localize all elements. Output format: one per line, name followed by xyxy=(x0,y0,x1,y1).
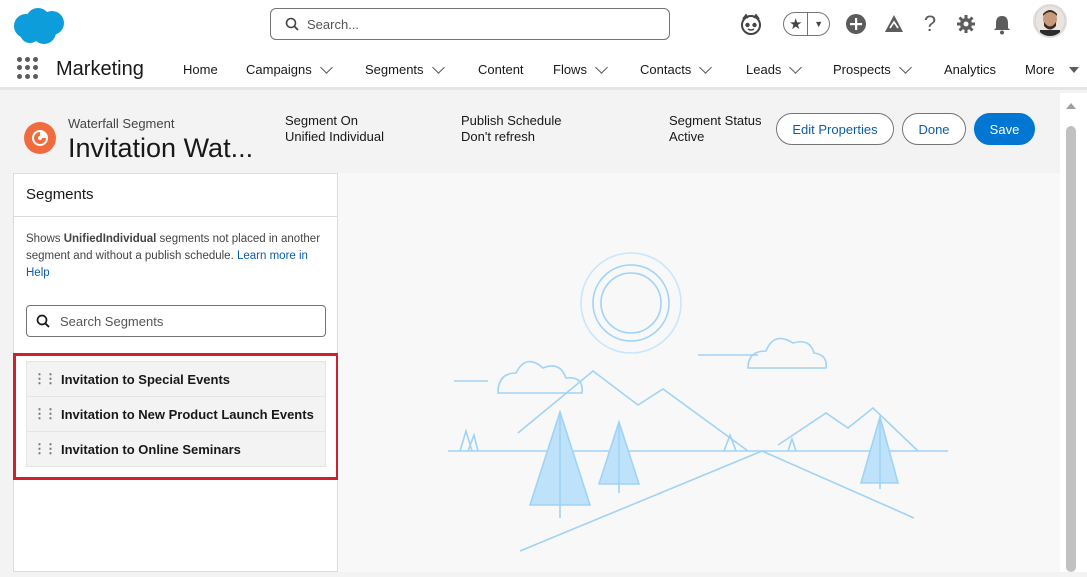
trailhead-icon[interactable] xyxy=(881,10,907,38)
nav-item-label: More xyxy=(1025,62,1055,77)
segment-label: Invitation to Special Events xyxy=(61,371,231,387)
segment-status-field: Segment Status Active xyxy=(669,113,762,145)
publish-schedule-field: Publish Schedule Don't refresh xyxy=(461,113,561,145)
desc-text: Shows xyxy=(26,233,64,245)
chevron-down-icon[interactable] xyxy=(595,60,608,74)
segments-panel: Segments Shows UnifiedIndividual segment… xyxy=(13,173,339,572)
segment-label: Invitation to Online Seminars xyxy=(61,441,241,457)
divider xyxy=(14,216,337,217)
nav-item-label: Flows xyxy=(553,62,587,77)
desc-object-name: UnifiedIndividual xyxy=(63,233,157,245)
record-type-label: Waterfall Segment xyxy=(68,116,175,131)
nav-item-leads[interactable]: Leads xyxy=(746,60,803,77)
nav-item-content[interactable]: Content xyxy=(478,62,524,77)
search-icon xyxy=(285,17,299,31)
panel-description: Shows UnifiedIndividual segments not pla… xyxy=(26,231,326,282)
star-icon[interactable]: ★ xyxy=(784,15,807,33)
record-header: Waterfall Segment Invitation Wat... Segm… xyxy=(0,93,1060,173)
chevron-down-icon[interactable] xyxy=(898,60,912,74)
chevron-down-icon[interactable] xyxy=(789,60,803,74)
page-title: Invitation Wat... xyxy=(68,133,254,163)
scroll-up-arrow-icon[interactable] xyxy=(1066,103,1076,109)
nav-item-analytics[interactable]: Analytics xyxy=(944,62,996,77)
gear-icon[interactable] xyxy=(953,10,979,38)
nav-item-segments[interactable]: Segments xyxy=(365,60,445,77)
field-label: Segment Status xyxy=(669,113,762,128)
chevron-down-icon[interactable] xyxy=(319,60,333,74)
drag-handle-icon[interactable]: ⋮⋮ xyxy=(27,406,61,422)
page-scrollbar[interactable] xyxy=(1060,93,1087,572)
nav-item-label: Leads xyxy=(746,62,782,77)
field-value: Active xyxy=(669,129,705,144)
segment-label: Invitation to New Product Launch Events xyxy=(61,406,314,422)
nav-item-contacts[interactable]: Contacts xyxy=(640,60,713,77)
drag-handle-icon[interactable]: ⋮⋮ xyxy=(27,371,61,387)
segment-list: ⋮⋮ Invitation to Special Events ⋮⋮ Invit… xyxy=(26,361,326,467)
einstein-icon[interactable] xyxy=(736,10,766,38)
search-segments-input[interactable]: Search Segments xyxy=(26,305,326,337)
search-placeholder: Search... xyxy=(307,16,360,32)
waterfall-segment-icon xyxy=(24,122,56,154)
drag-handle-icon[interactable]: ⋮⋮ xyxy=(27,441,61,457)
nav-item-label: Home xyxy=(183,62,218,77)
help-icon[interactable]: ? xyxy=(918,10,942,38)
nav-item-label: Prospects xyxy=(833,62,891,77)
waterfall-canvas[interactable] xyxy=(338,173,1060,572)
chevron-down-icon[interactable] xyxy=(699,60,713,74)
done-button[interactable]: Done xyxy=(902,113,966,145)
nav-item-label: Campaigns xyxy=(246,62,312,77)
field-label: Publish Schedule xyxy=(461,113,562,128)
caret-down-icon[interactable] xyxy=(1068,66,1079,73)
nav-item-flows[interactable]: Flows xyxy=(553,60,608,77)
nav-item-label: Content xyxy=(478,62,524,77)
nav-item-prospects[interactable]: Prospects xyxy=(833,60,912,77)
scrollbar-thumb[interactable] xyxy=(1066,126,1076,572)
search-icon xyxy=(36,314,50,328)
panel-title: Segments xyxy=(26,186,94,203)
field-label: Segment On xyxy=(285,113,358,128)
field-value: Unified Individual xyxy=(285,129,385,144)
add-icon[interactable] xyxy=(843,10,869,38)
nav-item-label: Segments xyxy=(365,62,424,77)
global-search-input[interactable]: Search... xyxy=(270,8,670,40)
nav-item-label: Contacts xyxy=(640,62,692,77)
user-avatar[interactable] xyxy=(1033,4,1067,38)
app-nav-bar: Marketing Home Campaigns Segments Conten… xyxy=(0,50,1087,90)
segment-on-field: Segment On Unified Individual xyxy=(285,113,384,145)
salesforce-logo[interactable] xyxy=(10,6,70,46)
nav-item-label: Analytics xyxy=(944,62,997,77)
app-name: Marketing xyxy=(56,58,144,80)
notifications-bell-icon[interactable] xyxy=(989,10,1015,38)
favorites-control[interactable]: ★ ▼ xyxy=(783,12,830,36)
field-value: Don't refresh xyxy=(461,129,536,144)
segment-list-item[interactable]: ⋮⋮ Invitation to Special Events xyxy=(26,361,326,397)
edit-properties-button[interactable]: Edit Properties xyxy=(776,113,894,145)
save-button[interactable]: Save xyxy=(974,113,1035,145)
nav-item-more[interactable]: More xyxy=(1025,62,1079,77)
global-header: Search... ★ ▼ ? xyxy=(0,0,1087,50)
app-launcher-icon[interactable] xyxy=(17,57,39,79)
chevron-down-icon[interactable]: ▼ xyxy=(807,13,829,35)
segment-list-item[interactable]: ⋮⋮ Invitation to New Product Launch Even… xyxy=(26,396,326,432)
nav-item-campaigns[interactable]: Campaigns xyxy=(246,60,333,77)
nav-item-home[interactable]: Home xyxy=(183,62,218,77)
empty-state-illustration xyxy=(448,252,948,552)
chevron-down-icon[interactable] xyxy=(431,60,445,74)
segment-list-item[interactable]: ⋮⋮ Invitation to Online Seminars xyxy=(26,431,326,467)
search-placeholder: Search Segments xyxy=(60,313,164,329)
